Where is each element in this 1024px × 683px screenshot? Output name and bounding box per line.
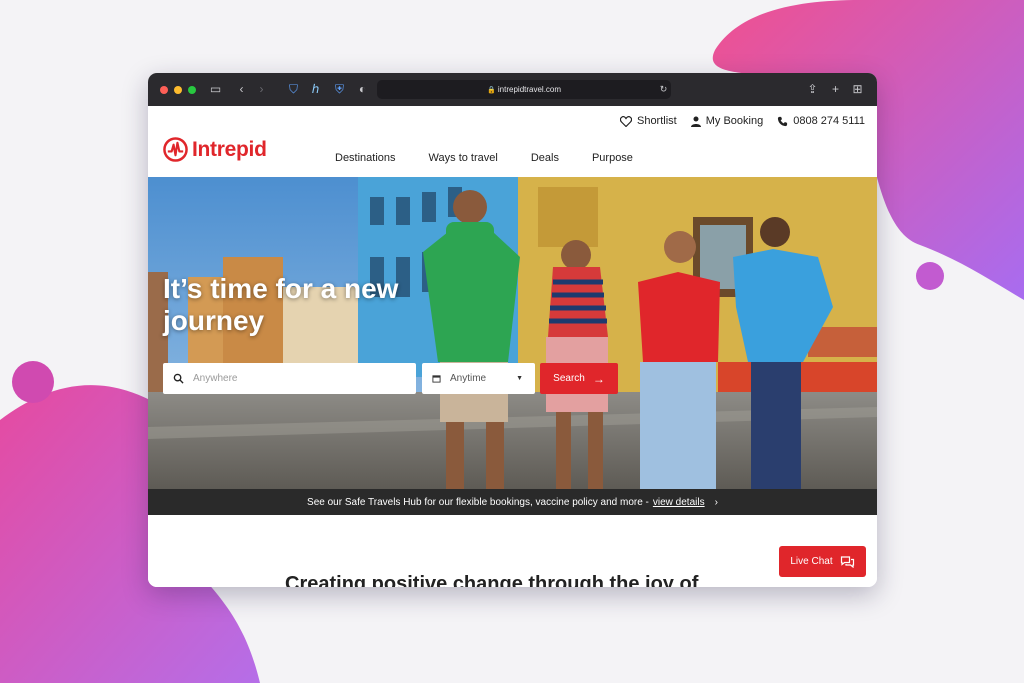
live-chat-label: Live Chat xyxy=(790,556,833,567)
logo-text: Intrepid xyxy=(192,137,267,161)
search-button[interactable]: Search → xyxy=(540,363,618,394)
section-heading: Creating positive change through the joy… xyxy=(285,573,699,587)
intrepid-logo[interactable]: Intrepid xyxy=(163,137,267,162)
view-details-link[interactable]: view details xyxy=(653,497,705,508)
main-nav: Destinations Ways to travel Deals Purpos… xyxy=(335,152,633,164)
privacy-icon[interactable]: ◐ xyxy=(355,82,370,97)
destination-search-input[interactable]: Anywhere xyxy=(163,363,416,394)
nav-item-purpose[interactable]: Purpose xyxy=(592,152,633,164)
tab-overview-icon[interactable]: ⊞ xyxy=(850,82,865,97)
nav-item-ways-to-travel[interactable]: Ways to travel xyxy=(429,152,498,164)
arrow-right-icon: → xyxy=(592,371,605,386)
minimize-window-button[interactable] xyxy=(174,85,182,94)
my-booking-link[interactable]: My Booking xyxy=(690,115,763,127)
reload-icon[interactable]: ↻ xyxy=(656,82,671,97)
browser-window: ▭ ‹ › ⛉ ℎ ⛨ ◐ 🔒 intrepidtravel.com ↻ ⇪ +… xyxy=(148,73,877,587)
shortlist-link[interactable]: Shortlist xyxy=(619,115,677,127)
heart-icon xyxy=(619,115,632,127)
maximize-window-button[interactable] xyxy=(188,85,196,94)
chat-bubble-icon xyxy=(840,555,854,568)
utility-bar: Shortlist My Booking 0808 274 5111 xyxy=(619,115,865,127)
shield-extension-icon[interactable]: ⛉ xyxy=(286,82,301,97)
user-icon xyxy=(690,116,701,127)
calendar-icon xyxy=(432,375,441,383)
chevron-down-icon: ▼ xyxy=(516,375,523,382)
date-select-value: Anytime xyxy=(450,373,487,384)
chevron-right-icon: › xyxy=(714,496,718,508)
safe-travels-banner: See our Safe Travels Hub for our flexibl… xyxy=(148,489,877,515)
back-icon[interactable]: ‹ xyxy=(234,82,249,97)
search-placeholder: Anywhere xyxy=(193,373,238,384)
forward-icon[interactable]: › xyxy=(254,82,269,97)
close-window-button[interactable] xyxy=(160,85,168,94)
search-button-label: Search xyxy=(553,373,585,384)
address-bar[interactable]: 🔒 intrepidtravel.com xyxy=(377,80,671,99)
date-select[interactable]: Anytime ▼ xyxy=(422,363,535,394)
live-chat-button[interactable]: Live Chat xyxy=(779,546,866,577)
new-tab-icon[interactable]: + xyxy=(828,82,843,97)
intrepid-logo-icon xyxy=(163,137,188,162)
hero-section: It’s time for a new journey Anywhere Any… xyxy=(148,177,877,489)
sidebar-icon[interactable]: ▭ xyxy=(208,82,223,97)
browser-toolbar: ▭ ‹ › ⛉ ℎ ⛨ ◐ 🔒 intrepidtravel.com ↻ ⇪ +… xyxy=(148,73,877,106)
share-icon[interactable]: ⇪ xyxy=(805,82,820,97)
phone-icon xyxy=(778,116,788,126)
phone-link[interactable]: 0808 274 5111 xyxy=(777,115,865,127)
banner-text: See our Safe Travels Hub for our flexibl… xyxy=(307,496,649,508)
url-text: intrepidtravel.com xyxy=(497,85,562,94)
lock-icon: 🔒 xyxy=(486,87,496,94)
honey-extension-icon[interactable]: ℎ xyxy=(308,82,323,97)
hero-title: It’s time for a new journey xyxy=(163,273,399,336)
nav-item-deals[interactable]: Deals xyxy=(531,152,559,164)
bitwarden-extension-icon[interactable]: ⛨ xyxy=(332,82,347,97)
nav-item-destinations[interactable]: Destinations xyxy=(335,152,396,164)
web-page: Shortlist My Booking 0808 274 5111 Intre… xyxy=(148,106,877,587)
search-icon xyxy=(173,373,184,384)
